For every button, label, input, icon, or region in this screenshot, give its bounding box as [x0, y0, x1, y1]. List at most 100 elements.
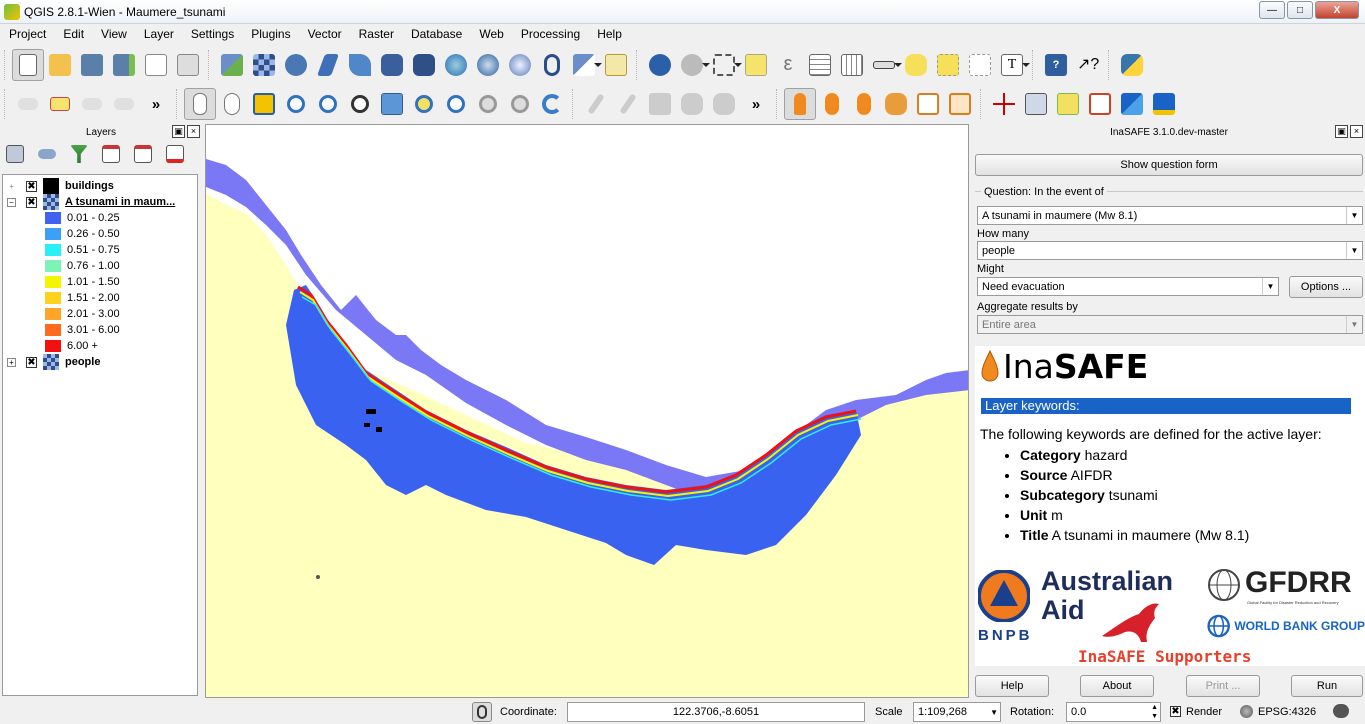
rotation-spinbox[interactable]: 0.0 ▲ ▼ [1066, 702, 1161, 722]
add-feature-button[interactable] [676, 88, 708, 120]
menu-processing[interactable]: Processing [512, 27, 588, 41]
action-button[interactable] [676, 49, 710, 81]
toolbar-overflow-1[interactable]: » [140, 88, 172, 120]
field-calculator-button[interactable]: ε [772, 49, 804, 81]
menu-layer[interactable]: Layer [135, 27, 182, 41]
new-composer-button[interactable] [140, 49, 172, 81]
collapse-toggle[interactable]: − [7, 197, 16, 207]
toggle-editing-button[interactable] [612, 88, 644, 120]
coordinate-field[interactable]: 122.3706,-8.6051 [567, 702, 865, 722]
shakemap-converter-button[interactable] [912, 88, 944, 120]
python-console-button[interactable] [1116, 49, 1148, 81]
menu-plugins[interactable]: Plugins [242, 27, 298, 41]
zoom-native-button[interactable] [344, 88, 376, 120]
function-combo[interactable]: Need evacuation ▼ [977, 277, 1279, 296]
save-scenario-button[interactable] [1116, 88, 1148, 120]
pan-to-selection-button[interactable] [248, 88, 280, 120]
select-features-button[interactable] [708, 49, 742, 81]
function-browser-button[interactable] [1084, 88, 1116, 120]
run-button[interactable]: Run [1291, 675, 1363, 697]
qgis-help-button[interactable]: ? [1040, 49, 1072, 81]
layer-item-tsunami[interactable]: − ✖ A tsunami in maum... [3, 194, 197, 210]
zoom-last-button[interactable] [472, 88, 504, 120]
zoom-to-layer-button[interactable] [440, 88, 472, 120]
function-options-button[interactable]: Options ... [1289, 276, 1363, 298]
toolbar-overflow-2[interactable]: » [740, 88, 772, 120]
render-checkbox[interactable]: ✖ [1170, 706, 1181, 717]
expand-toggle[interactable]: + [7, 357, 16, 367]
refresh-button[interactable] [536, 88, 568, 120]
new-bookmark-button[interactable] [932, 49, 964, 81]
attribute-table-button[interactable] [804, 49, 836, 81]
maximize-button[interactable]: □ [1287, 1, 1313, 19]
impact-function-wizard-button[interactable] [848, 88, 880, 120]
layers-close-button[interactable]: × [187, 125, 200, 138]
menu-web[interactable]: Web [470, 27, 511, 41]
expand-toggle[interactable]: + [7, 181, 16, 191]
text-annotation-button[interactable]: T [996, 49, 1030, 81]
scale-combo[interactable]: 1:109,268 ▼ [913, 702, 1001, 722]
crs-status-button[interactable]: EPSG:4326 [1258, 706, 1316, 718]
save-project-button[interactable] [76, 49, 108, 81]
minimize-button[interactable]: — [1259, 1, 1285, 19]
add-raster-layer-button[interactable] [248, 49, 280, 81]
new-project-button[interactable] [12, 49, 44, 81]
minimum-needs-button[interactable] [880, 88, 912, 120]
menu-view[interactable]: View [92, 27, 135, 41]
zoom-next-button[interactable] [504, 88, 536, 120]
inasafe-float-button[interactable]: ▣ [1335, 125, 1348, 138]
osm-downloader-button[interactable] [944, 88, 976, 120]
menu-settings[interactable]: Settings [182, 27, 242, 41]
layer-item-buildings[interactable]: + ✖ buildings [3, 178, 197, 194]
map-tips-button[interactable] [900, 49, 932, 81]
add-delimited-text-button[interactable] [536, 49, 568, 81]
menu-vector[interactable]: Vector [299, 27, 350, 41]
batch-runner-button[interactable] [1020, 88, 1052, 120]
remove-layer-icon[interactable] [166, 145, 184, 163]
menu-database[interactable]: Database [402, 27, 470, 41]
expand-all-icon[interactable] [102, 145, 120, 163]
menu-help[interactable]: Help [588, 27, 630, 41]
show-hide-labels-button[interactable] [76, 88, 108, 120]
virtual-layer-button[interactable] [600, 49, 632, 81]
menu-project[interactable]: Project [0, 27, 54, 41]
label-tool-button[interactable] [12, 88, 44, 120]
current-edits-button[interactable] [580, 88, 612, 120]
keywords-wizard-button[interactable] [816, 88, 848, 120]
add-group-icon[interactable] [6, 145, 24, 163]
layer-visibility-checkbox[interactable]: ✖ [26, 180, 37, 192]
add-wfs-layer-button[interactable] [504, 49, 536, 81]
zoom-in-button[interactable] [280, 88, 312, 120]
add-db2-layer-button[interactable] [408, 49, 440, 81]
move-feature-button[interactable] [708, 88, 740, 120]
messages-icon[interactable] [1333, 704, 1349, 718]
extent-selector-button[interactable] [988, 88, 1020, 120]
new-shapefile-button[interactable] [568, 49, 602, 81]
layer-item-people[interactable]: + ✖ people [3, 354, 197, 370]
exposure-combo[interactable]: people ▼ [977, 241, 1363, 260]
map-canvas[interactable] [205, 124, 969, 698]
toggle-inasafe-dock-button[interactable] [784, 88, 816, 120]
coordinate-toggle-button[interactable] [472, 702, 492, 722]
map-render[interactable] [206, 125, 969, 698]
layers-float-button[interactable]: ▣ [172, 125, 185, 138]
identify-button[interactable] [644, 49, 676, 81]
field-mapping-button[interactable] [1148, 88, 1180, 120]
about-button[interactable]: About [1080, 675, 1154, 697]
hazard-combo[interactable]: A tsunami in maumere (Mw 8.1) ▼ [977, 206, 1363, 225]
eye-icon[interactable] [38, 149, 56, 159]
add-mssql-layer-button[interactable] [344, 49, 376, 81]
zoom-to-selection-button[interactable] [408, 88, 440, 120]
print-button[interactable]: Print ... [1186, 675, 1260, 697]
zoom-full-button[interactable] [376, 88, 408, 120]
close-button[interactable]: X [1315, 1, 1359, 19]
menu-raster[interactable]: Raster [350, 27, 402, 41]
menu-edit[interactable]: Edit [54, 27, 92, 41]
aggregation-combo[interactable]: Entire area ▼ [977, 315, 1363, 334]
save-as-button[interactable] [108, 49, 140, 81]
add-postgis-layer-button[interactable] [280, 49, 312, 81]
add-spatialite-layer-button[interactable] [312, 49, 344, 81]
layer-visibility-checkbox[interactable]: ✖ [26, 196, 37, 208]
filter-icon[interactable] [70, 145, 88, 163]
pan-map-button[interactable] [216, 88, 248, 120]
